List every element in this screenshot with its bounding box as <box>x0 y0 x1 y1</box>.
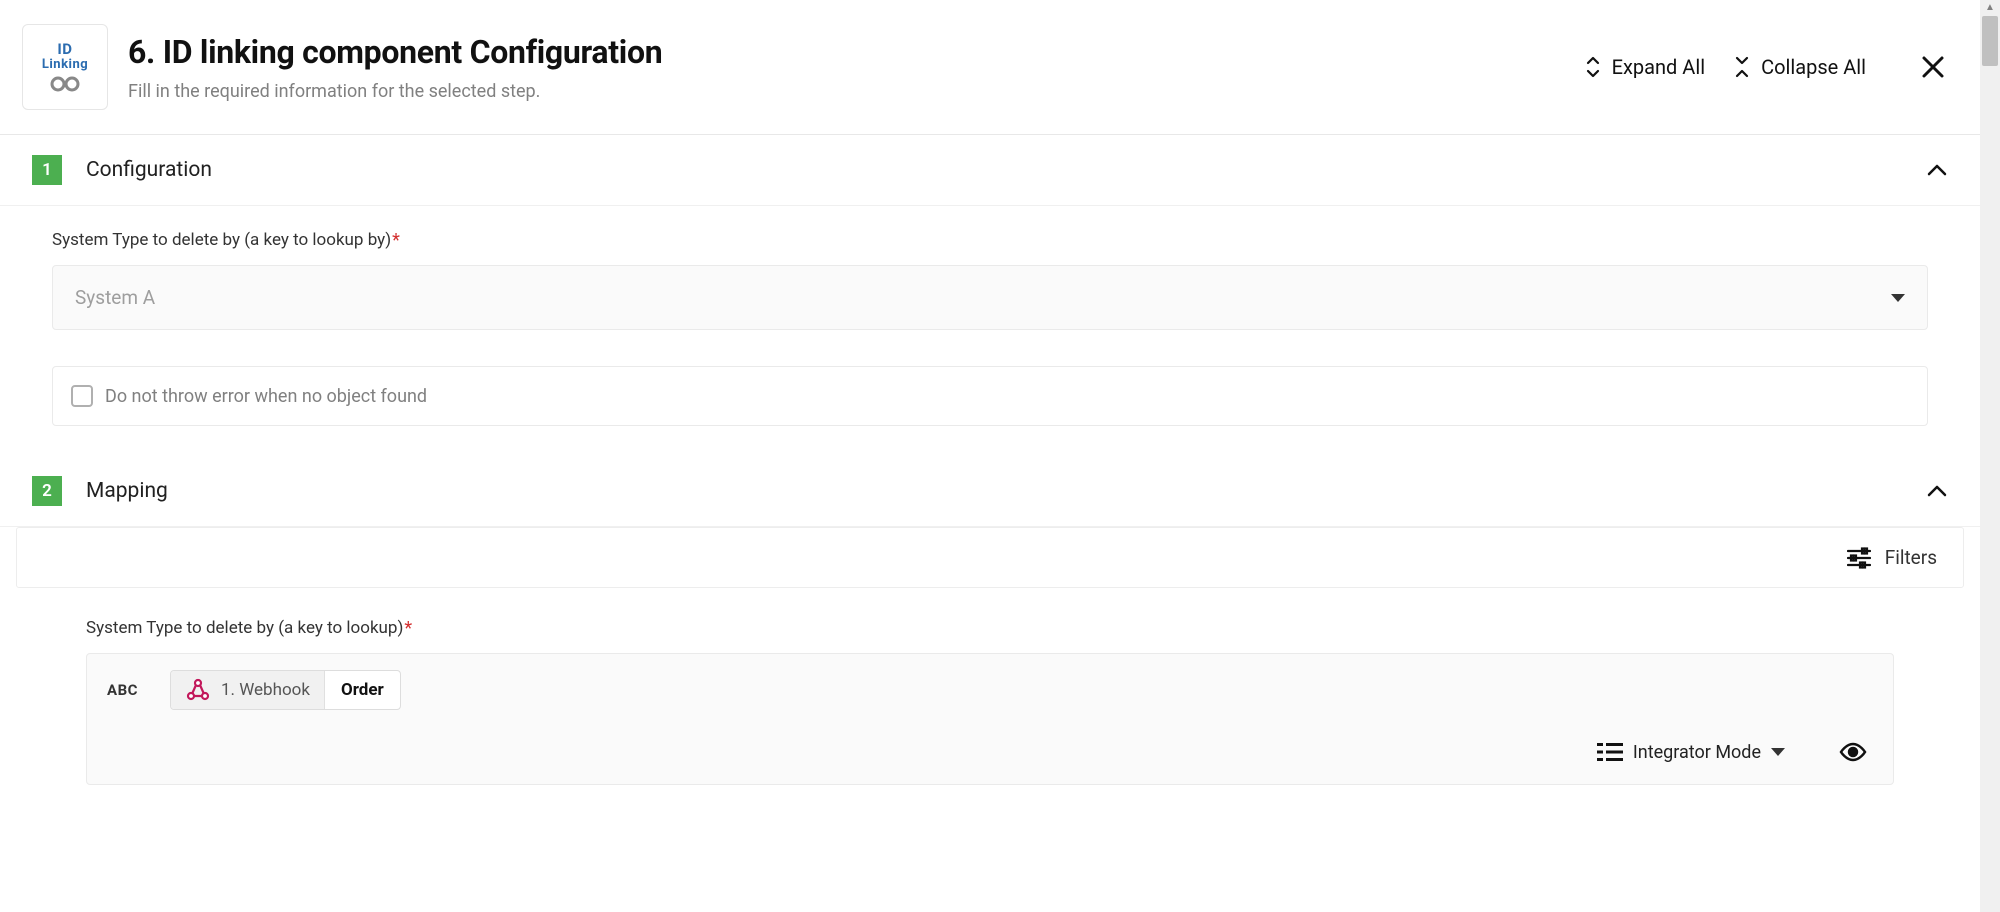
mapping-value-chip[interactable]: 1. Webhook Order <box>170 670 401 710</box>
section-badge-1: 1 <box>32 155 62 185</box>
panel-header: ID Linking 6. ID linking component Confi… <box>0 0 1980 135</box>
abc-type-indicator: ABC <box>103 675 142 705</box>
mapping-system-type-label: System Type to delete by (a key to looku… <box>86 618 1894 639</box>
required-asterisk: * <box>404 618 412 639</box>
mapping-field-value-row: ABC 1. Web <box>103 666 1877 714</box>
header-actions: Expand All Collapse All <box>1584 48 1952 86</box>
filters-label: Filters <box>1885 546 1937 569</box>
mapping-body: System Type to delete by (a key to looku… <box>0 588 1980 785</box>
system-type-select-placeholder: System A <box>75 286 155 309</box>
chip-value-label: Order <box>325 671 400 709</box>
preview-button[interactable] <box>1835 738 1871 766</box>
component-icon-box: ID Linking <box>22 24 108 110</box>
section-badge-2: 2 <box>32 476 62 506</box>
chip-step-label: 1. Webhook <box>221 680 310 700</box>
dropdown-arrow-icon <box>1771 747 1785 757</box>
page-title: 6. ID linking component Configuration <box>128 33 1584 71</box>
integrator-mode-selector[interactable]: Integrator Mode <box>1597 742 1785 763</box>
dropdown-arrow-icon <box>1891 293 1905 303</box>
scrollbar-thumb[interactable] <box>1982 16 1998 66</box>
eye-icon <box>1839 742 1867 762</box>
section-body-configuration: System Type to delete by (a key to looku… <box>0 206 1980 456</box>
chip-source: 1. Webhook <box>171 671 325 709</box>
section-header-mapping[interactable]: 2 Mapping <box>0 456 1980 527</box>
mapping-toolbar: Filters <box>16 527 1964 588</box>
icon-id-text: ID <box>57 42 72 57</box>
mapping-field-box[interactable]: ABC 1. Web <box>86 653 1894 785</box>
chevron-up-icon <box>1926 163 1948 177</box>
section-title-mapping: Mapping <box>86 479 1926 503</box>
mapping-field-footer: Integrator Mode <box>103 714 1877 784</box>
expand-all-label: Expand All <box>1612 55 1705 79</box>
webhook-icon <box>185 677 211 703</box>
collapse-all-button[interactable]: Collapse All <box>1733 55 1866 79</box>
system-type-select[interactable]: System A <box>52 265 1928 330</box>
no-error-checkbox[interactable] <box>71 385 93 407</box>
system-type-delete-label: System Type to delete by (a key to looku… <box>52 230 1928 251</box>
no-error-checkbox-row[interactable]: Do not throw error when no object found <box>52 366 1928 426</box>
vertical-scrollbar[interactable]: ▲ <box>1980 0 2000 912</box>
collapse-all-icon <box>1733 55 1751 79</box>
section-header-configuration[interactable]: 1 Configuration <box>0 135 1980 206</box>
expand-all-button[interactable]: Expand All <box>1584 55 1705 79</box>
page-subtitle: Fill in the required information for the… <box>128 81 1584 102</box>
icon-linking-text: Linking <box>42 58 88 71</box>
section-title-configuration: Configuration <box>86 158 1926 182</box>
link-icon <box>48 75 82 93</box>
no-error-checkbox-label: Do not throw error when no object found <box>105 386 427 407</box>
expand-all-icon <box>1584 55 1602 79</box>
header-titles: 6. ID linking component Configuration Fi… <box>128 33 1584 102</box>
mode-label: Integrator Mode <box>1633 742 1761 763</box>
chevron-up-icon <box>1926 484 1948 498</box>
scrollbar-arrow-up-icon: ▲ <box>1984 2 1996 14</box>
required-asterisk: * <box>392 230 400 251</box>
mode-icon <box>1597 742 1623 762</box>
filters-icon <box>1847 547 1871 569</box>
close-button[interactable] <box>1914 48 1952 86</box>
close-icon <box>1920 54 1946 80</box>
filters-button[interactable]: Filters <box>1847 546 1937 569</box>
collapse-all-label: Collapse All <box>1761 55 1866 79</box>
